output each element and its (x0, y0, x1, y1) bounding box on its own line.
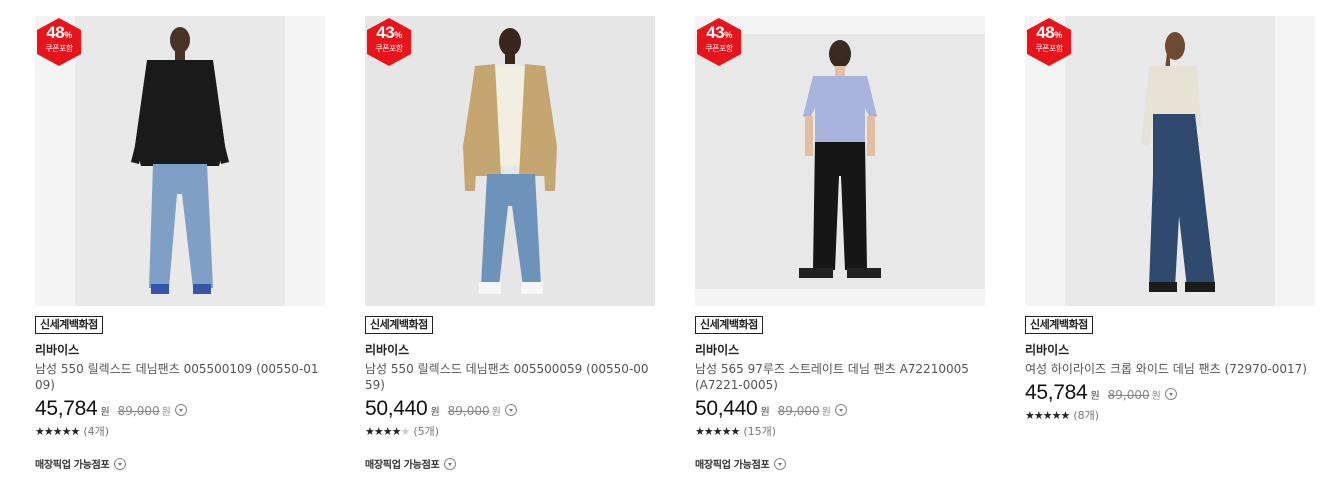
review-count[interactable]: (8개) (1073, 407, 1099, 423)
rating: ★★★★★ (5개) (365, 423, 655, 439)
discount-value: 43 (376, 23, 395, 42)
product-card[interactable]: 48% 쿠폰포함 신세계백화점 리바이스 여성 하이라이즈 크롭 와이드 데님 … (1025, 16, 1315, 423)
price-info-icon[interactable] (174, 404, 187, 416)
store-pickup-link[interactable]: 매장픽업 가능점포 (35, 456, 325, 471)
product-image[interactable]: 48% 쿠폰포함 (1025, 16, 1315, 306)
review-count[interactable]: (15개) (743, 423, 776, 439)
product-image[interactable]: 48% 쿠폰포함 (35, 16, 325, 306)
store-pickup-link[interactable]: 매장픽업 가능점포 (695, 456, 985, 471)
discount-unit: % (394, 30, 402, 40)
product-photo (1065, 16, 1275, 306)
brand-name[interactable]: 리바이스 (365, 342, 655, 358)
pickup-label: 매장픽업 가능점포 (35, 460, 110, 471)
price-info-icon[interactable] (504, 404, 517, 416)
product-name[interactable]: 남성 550 릴렉스드 데님팬츠 005500109 (00550-0109) (35, 361, 325, 393)
coupon-label: 쿠폰포함 (1035, 44, 1063, 53)
currency-unit: 원 (161, 407, 171, 418)
price-row: 45,784 원 89,000 원 (1025, 381, 1315, 405)
star-rating-icon: ★★★★★ (695, 424, 740, 438)
product-name[interactable]: 여성 하이라이즈 크롭 와이드 데님 팬츠 (72970-0017) (1025, 361, 1315, 377)
store-tag: 신세계백화점 (35, 316, 103, 334)
brand-name[interactable]: 리바이스 (35, 342, 325, 358)
sale-price: 50,440 (365, 397, 428, 420)
pickup-label: 매장픽업 가능점포 (365, 460, 440, 471)
store-tag: 신세계백화점 (365, 316, 433, 334)
star-rating-icon: ★★★★★ (1025, 408, 1070, 422)
discount-unit: % (64, 30, 72, 40)
discount-value: 43 (706, 23, 725, 42)
review-count[interactable]: (4개) (83, 423, 109, 439)
rating: ★★★★★ (8개) (1025, 407, 1315, 423)
product-grid: 48% 쿠폰포함 신세계백화점 리바이스 남성 550 릴렉스드 데님팬츠 00… (0, 0, 1331, 493)
pickup-label: 매장픽업 가능점포 (695, 460, 770, 471)
rating: ★★★★★ (4개) (35, 423, 325, 439)
product-card[interactable]: 48% 쿠폰포함 신세계백화점 리바이스 남성 550 릴렉스드 데님팬츠 00… (35, 16, 325, 471)
star-rating-icon: ★★★★★ (35, 424, 80, 438)
store-pickup-link[interactable]: 매장픽업 가능점포 (365, 456, 655, 471)
original-price: 89,000 (447, 404, 490, 418)
product-card[interactable]: 43% 쿠폰포함 신세계백화점 리바이스 남성 550 릴렉스드 데님팬츠 00… (365, 16, 655, 471)
currency-unit: 원 (821, 407, 831, 418)
price-info-icon[interactable] (1164, 388, 1177, 400)
price-row: 50,440 원 89,000 원 (695, 397, 985, 421)
sale-price: 45,784 (1025, 381, 1088, 404)
brand-name[interactable]: 리바이스 (695, 342, 985, 358)
discount-value: 48 (1036, 23, 1055, 42)
currency-unit: 원 (430, 407, 440, 418)
sale-price: 45,784 (35, 397, 98, 420)
discount-unit: % (724, 30, 732, 40)
discount-unit: % (1054, 30, 1062, 40)
price-row: 45,784 원 89,000 원 (35, 397, 325, 421)
brand-name[interactable]: 리바이스 (1025, 342, 1315, 358)
store-tag: 신세계백화점 (1025, 316, 1093, 334)
review-count[interactable]: (5개) (413, 423, 439, 439)
product-card[interactable]: 43% 쿠폰포함 신세계백화점 리바이스 남성 565 97루즈 스트레이트 데… (695, 16, 985, 471)
coupon-label: 쿠폰포함 (375, 44, 403, 53)
chevron-down-icon[interactable] (114, 457, 127, 470)
original-price: 89,000 (117, 404, 160, 418)
currency-unit: 원 (1090, 391, 1100, 402)
product-photo (75, 16, 285, 306)
star-rating-icon: ★★★★★ (365, 424, 410, 438)
currency-unit: 원 (100, 407, 110, 418)
currency-unit: 원 (1151, 391, 1161, 402)
original-price: 89,000 (777, 404, 820, 418)
product-name[interactable]: 남성 550 릴렉스드 데님팬츠 005500059 (00550-0059) (365, 361, 655, 393)
currency-unit: 원 (491, 407, 501, 418)
coupon-label: 쿠폰포함 (705, 44, 733, 53)
product-image[interactable]: 43% 쿠폰포함 (365, 16, 655, 306)
product-image[interactable]: 43% 쿠폰포함 (695, 16, 985, 306)
sale-price: 50,440 (695, 397, 758, 420)
coupon-label: 쿠폰포함 (45, 44, 73, 53)
product-photo (695, 16, 985, 306)
chevron-down-icon[interactable] (774, 457, 787, 470)
store-tag: 신세계백화점 (695, 316, 763, 334)
discount-value: 48 (46, 23, 65, 42)
currency-unit: 원 (760, 407, 770, 418)
rating: ★★★★★ (15개) (695, 423, 985, 439)
price-row: 50,440 원 89,000 원 (365, 397, 655, 421)
product-name[interactable]: 남성 565 97루즈 스트레이트 데님 팬츠 A72210005 (A7221… (695, 361, 985, 393)
price-info-icon[interactable] (834, 404, 847, 416)
product-photo (365, 16, 655, 306)
original-price: 89,000 (1107, 388, 1150, 402)
chevron-down-icon[interactable] (444, 457, 457, 470)
